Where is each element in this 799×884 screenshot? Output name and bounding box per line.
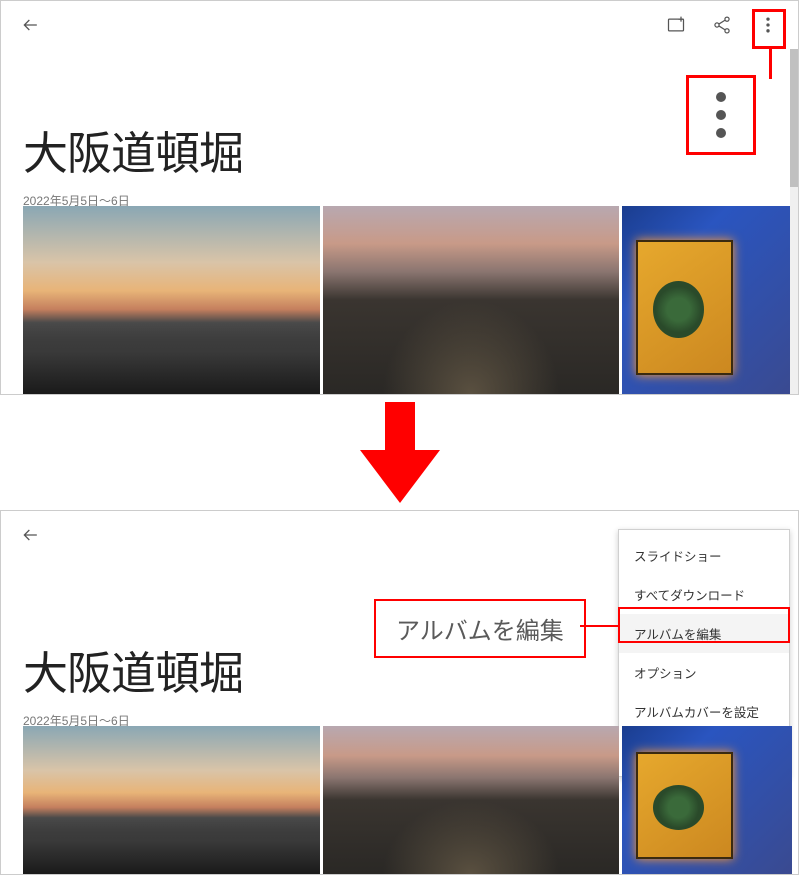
transition-arrow bbox=[0, 395, 799, 510]
photo-thumbnail[interactable] bbox=[622, 206, 792, 394]
back-arrow-icon[interactable] bbox=[19, 523, 43, 547]
top-toolbar bbox=[1, 1, 798, 49]
menu-item-slideshow[interactable]: スライドショー bbox=[619, 536, 789, 575]
album-view-before: 大阪道頓堀 2022年5月5日～6日 bbox=[0, 0, 799, 395]
album-header: 大阪道頓堀 2022年5月5日～6日 bbox=[23, 637, 243, 729]
album-view-after: スライドショー すべてダウンロード アルバムを編集 オプション アルバムカバーを… bbox=[0, 510, 799, 875]
photo-thumbnail[interactable] bbox=[323, 726, 620, 874]
share-icon[interactable] bbox=[710, 13, 734, 37]
callout-edit-album: アルバムを編集 bbox=[374, 599, 586, 658]
photo-grid bbox=[23, 206, 792, 394]
album-header: 大阪道頓堀 2022年5月5日～6日 bbox=[23, 117, 243, 209]
album-title: 大阪道頓堀 bbox=[23, 117, 243, 182]
scrollbar[interactable] bbox=[790, 49, 798, 394]
photo-thumbnail[interactable] bbox=[23, 726, 320, 874]
photo-thumbnail[interactable] bbox=[23, 206, 320, 394]
menu-item-options[interactable]: オプション bbox=[619, 653, 789, 692]
photo-grid bbox=[23, 726, 792, 874]
highlight-connector bbox=[769, 49, 772, 79]
back-arrow-icon[interactable] bbox=[19, 13, 43, 37]
album-title: 大阪道頓堀 bbox=[23, 637, 243, 702]
photo-thumbnail[interactable] bbox=[323, 206, 620, 394]
photo-thumbnail[interactable] bbox=[622, 726, 792, 874]
callout-connector bbox=[580, 625, 620, 627]
more-options-icon[interactable] bbox=[756, 13, 780, 37]
add-photo-icon[interactable] bbox=[664, 13, 688, 37]
menu-item-edit-album[interactable]: アルバムを編集 bbox=[619, 614, 789, 653]
menu-item-download-all[interactable]: すべてダウンロード bbox=[619, 575, 789, 614]
highlight-zoom-dots bbox=[686, 75, 756, 155]
